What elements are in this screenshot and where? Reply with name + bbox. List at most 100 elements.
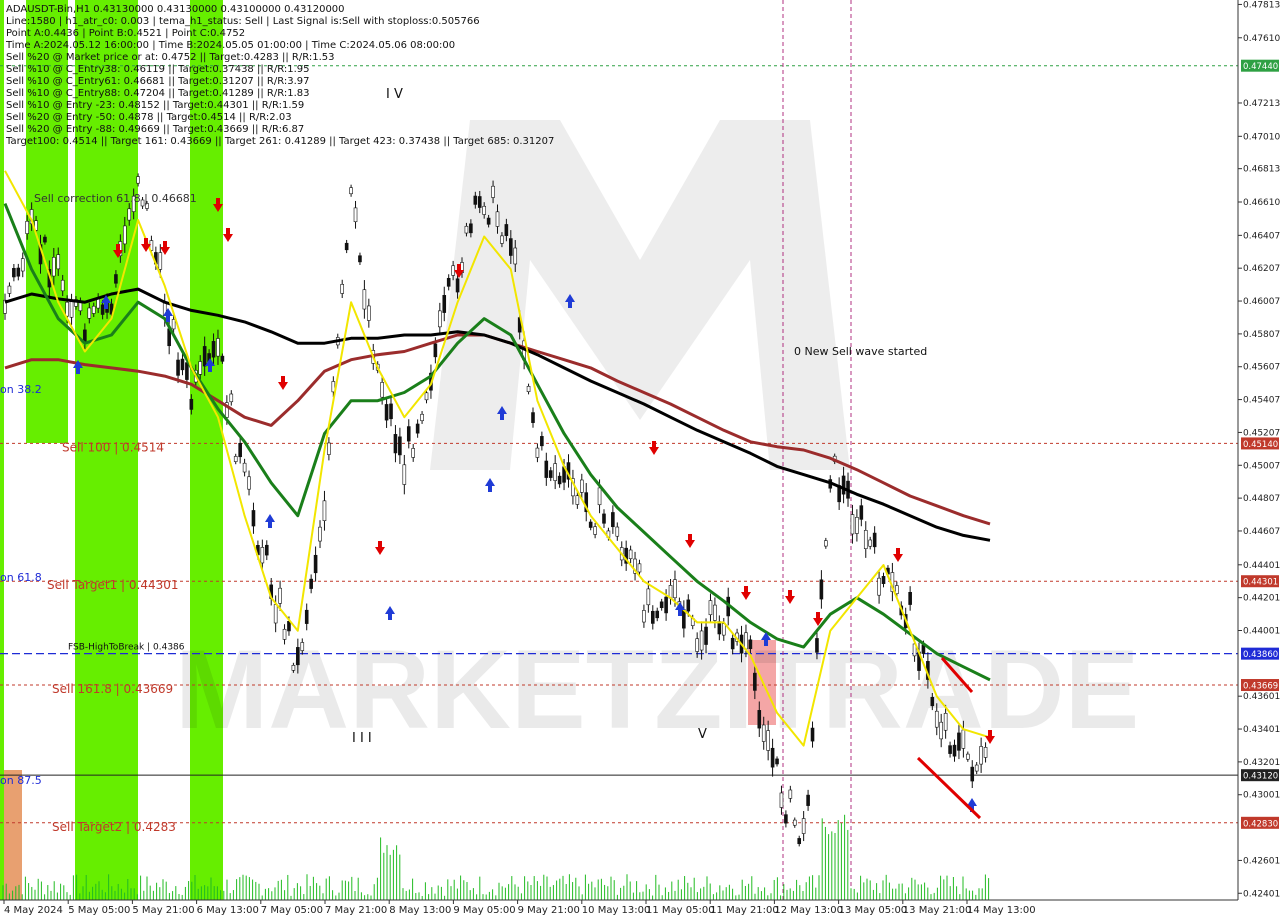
- x-tick-label: 5 May 05:00: [68, 905, 130, 916]
- buy-arrow-icon: [265, 514, 275, 528]
- candle-body: [859, 505, 864, 520]
- sell-arrow-icon: [893, 548, 903, 562]
- info-line: Line:1580 | h1_atr_c0: 0.003 | tema_h1_s…: [6, 16, 480, 27]
- info-line: Target100: 0.4514 || Target 161: 0.43669…: [5, 136, 554, 147]
- candle-body: [185, 362, 189, 380]
- level-label-target2: Sell Target2 | 0.4283: [52, 820, 176, 834]
- y-tick-label: 0.46207: [1243, 264, 1280, 274]
- candle-body: [353, 207, 358, 223]
- candle-body: [313, 554, 318, 574]
- candle-body: [322, 500, 327, 522]
- new-sell-wave-label: 0 New Sell wave started: [794, 345, 927, 358]
- candle-body: [398, 436, 402, 456]
- candle-body: [628, 549, 633, 559]
- x-tick-label: 9 May 21:00: [518, 905, 580, 916]
- candle-body: [238, 442, 242, 458]
- candle-body: [877, 577, 881, 596]
- candle-body: [770, 747, 775, 768]
- candle-body: [114, 274, 118, 284]
- y-tick-label: 0.45607: [1243, 363, 1280, 373]
- y-tick-label: 0.46007: [1243, 297, 1280, 307]
- candle-body: [695, 638, 699, 652]
- y-tick-label: 0.43001: [1243, 791, 1280, 801]
- wave-v-label: V: [698, 727, 707, 742]
- candle-body: [717, 621, 722, 635]
- buy-arrow-icon: [385, 606, 395, 620]
- candle-body: [637, 563, 642, 573]
- x-tick-label: 4 May 2024: [4, 905, 63, 916]
- candle-body: [216, 338, 220, 357]
- candle-body: [402, 464, 407, 485]
- candle-body: [806, 794, 810, 806]
- candle-body: [824, 540, 828, 547]
- x-tick-label: 12 May 13:00: [774, 905, 843, 916]
- candle-body: [12, 268, 16, 278]
- watermark: MARKETZITRADE: [175, 120, 1139, 752]
- candle-body: [495, 211, 500, 227]
- candle-body: [961, 729, 966, 749]
- candle-body: [424, 392, 429, 401]
- x-tick-label: 13 May 21:00: [903, 905, 972, 916]
- candle-body: [7, 285, 12, 294]
- candle-body: [52, 257, 56, 277]
- candle-body: [966, 753, 970, 760]
- x-tick-label: 8 May 13:00: [389, 905, 451, 916]
- candle-body: [198, 361, 203, 375]
- watermark-text: MARKETZITRADE: [175, 627, 1139, 752]
- candle-body: [211, 341, 216, 358]
- candle-body: [344, 242, 349, 251]
- info-line: Sell %10 @ C_Entry61: 0.46681 || Target:…: [6, 76, 309, 87]
- candle-body: [384, 404, 389, 421]
- candle-body: [881, 576, 886, 584]
- candle-body: [784, 814, 788, 824]
- sell-correction-label: Sell correction 61.8 | 0.46681: [34, 192, 197, 205]
- candle-body: [233, 456, 238, 462]
- candle-body: [43, 236, 47, 243]
- candle-body: [358, 255, 362, 263]
- sell-arrow-icon: [741, 586, 751, 600]
- candle-body: [56, 254, 61, 270]
- fib-382-label: on 38.2: [0, 383, 42, 396]
- candle-body: [721, 623, 726, 636]
- y-tick-label: 0.46813: [1243, 165, 1280, 175]
- y-tick-label: 0.43201: [1243, 758, 1280, 768]
- candle-body: [469, 223, 473, 234]
- candle-body: [939, 721, 943, 740]
- y-tick-label: 0.47610: [1243, 34, 1280, 44]
- candle-body: [264, 544, 269, 556]
- candle-body: [446, 277, 451, 287]
- level-label-target1: Sell Target1 | 0.44301: [47, 578, 179, 592]
- candle-body: [761, 724, 766, 742]
- candle-body: [713, 604, 717, 621]
- candle-body: [580, 479, 584, 493]
- candle-body: [553, 463, 557, 481]
- y-tick-label: 0.45807: [1243, 330, 1280, 340]
- fib-875-label: on 87.5: [0, 774, 42, 787]
- info-line: Point A:0.4436 | Point B:0.4521 | Point …: [6, 28, 245, 39]
- candle-body: [548, 470, 553, 478]
- candle-body: [291, 665, 296, 671]
- candle-body: [60, 279, 65, 292]
- candle-body: [664, 596, 668, 614]
- candle-body: [229, 393, 234, 403]
- candle-body: [327, 442, 331, 455]
- candle-body: [766, 730, 770, 751]
- sell-arrow-icon: [223, 228, 233, 242]
- candle-body: [730, 637, 735, 650]
- x-tick-label: 11 May 21:00: [710, 905, 779, 916]
- candle-body: [127, 208, 132, 221]
- candle-body: [655, 610, 660, 619]
- candle-body: [841, 475, 846, 495]
- x-tick-label: 5 May 21:00: [132, 905, 194, 916]
- y-tick-label: 0.46407: [1243, 231, 1280, 241]
- candle-body: [544, 460, 549, 478]
- candle-body: [69, 301, 74, 318]
- candle-body: [744, 632, 748, 650]
- candle-body: [349, 187, 353, 195]
- wave-iv-label: I V: [386, 87, 403, 102]
- candle-body: [810, 727, 815, 742]
- candle-body: [597, 487, 602, 506]
- y-tick-label: 0.44001: [1243, 626, 1280, 636]
- y-tick-label: 0.44807: [1243, 494, 1280, 504]
- candle-body: [282, 628, 287, 640]
